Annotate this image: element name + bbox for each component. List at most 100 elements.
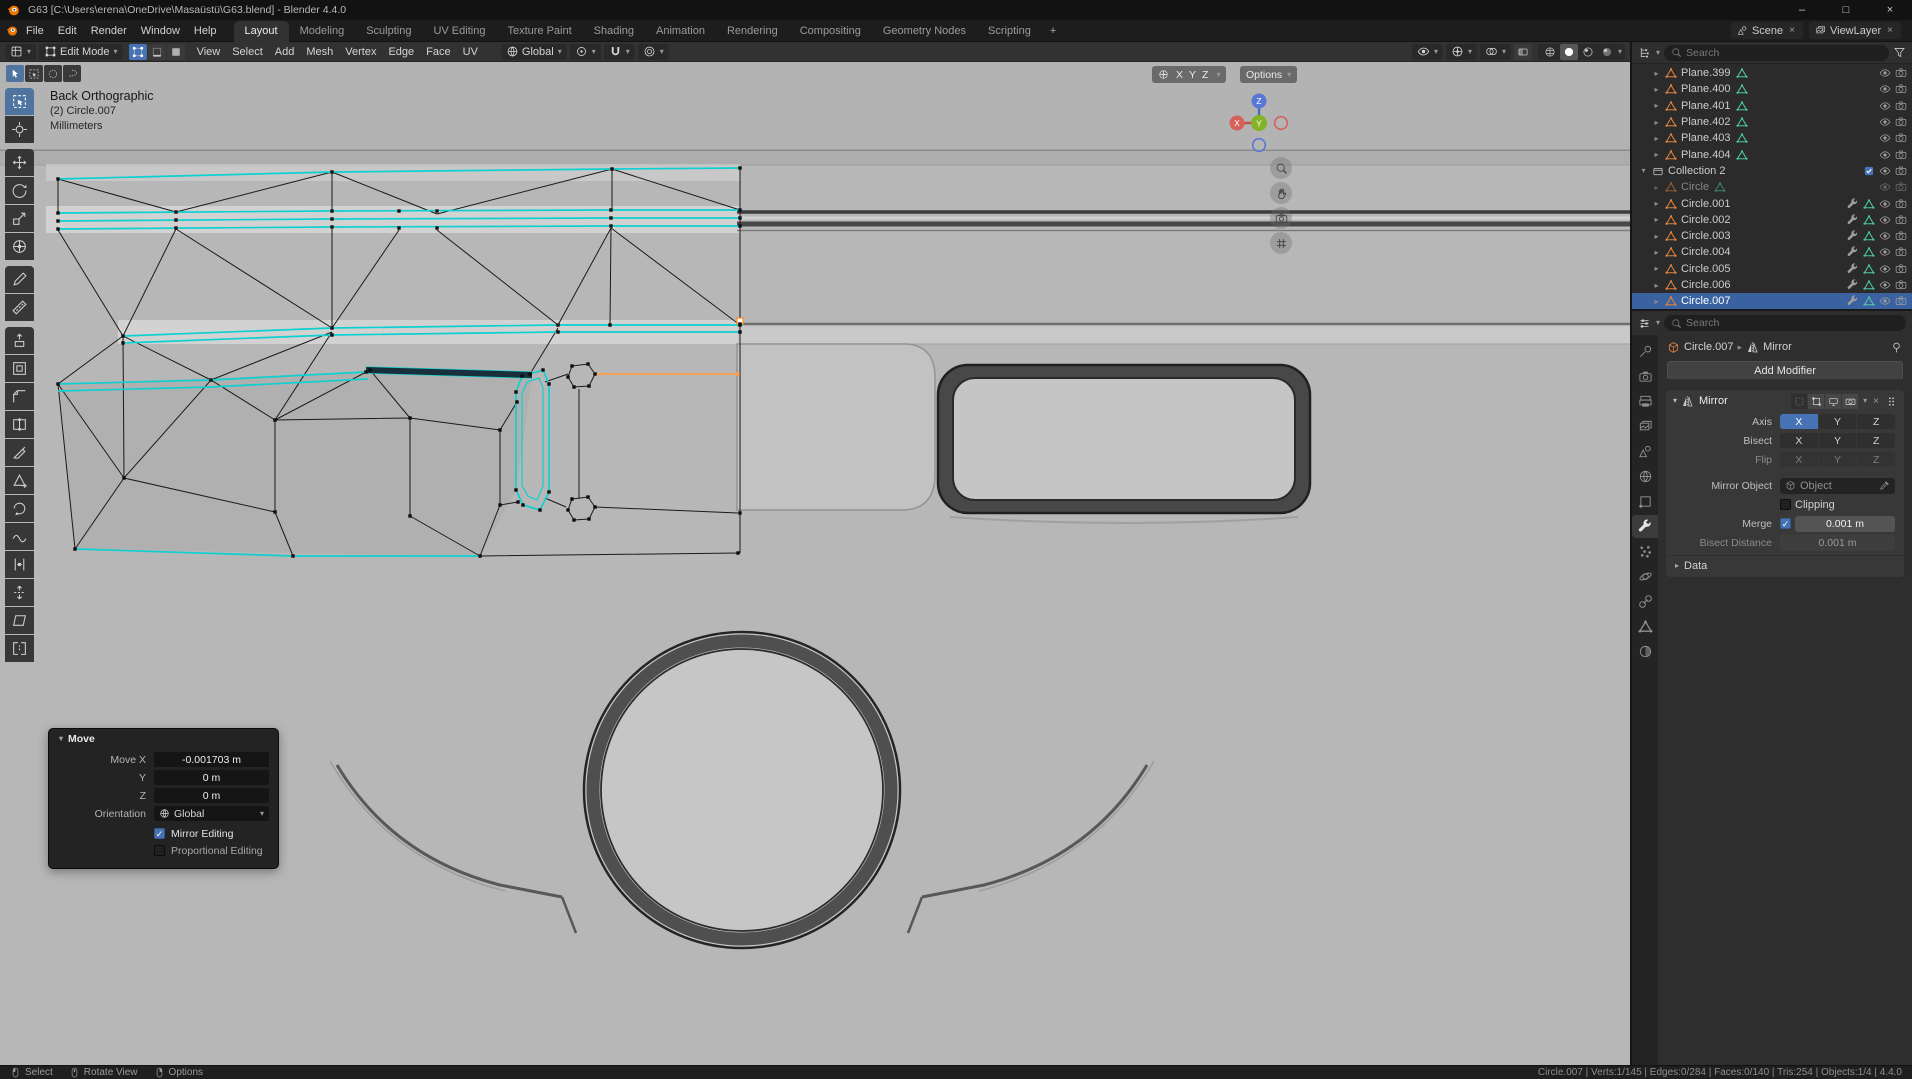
modifier-toggle-render[interactable] <box>1842 393 1859 409</box>
modifier-toggle-edit[interactable] <box>1808 393 1825 409</box>
select-chip-tweak[interactable] <box>6 65 24 82</box>
proportional-editing-checkbox[interactable]: Proportional Editing <box>154 845 269 857</box>
expander-icon[interactable]: ▸ <box>1651 199 1662 208</box>
3d-viewport[interactable]: XYZ ▾ Options ▾ Back Orthographic (2) Ci… <box>0 62 1630 1065</box>
tool-select-box[interactable] <box>5 88 34 115</box>
outliner-row-circle-002[interactable]: ▸ Circle.002 <box>1632 212 1912 228</box>
properties-tab-constraints[interactable] <box>1632 590 1658 613</box>
scene-selector[interactable]: Scene × <box>1730 22 1803 39</box>
viewport-menu-view[interactable]: View <box>191 46 227 58</box>
tool-bevel[interactable] <box>5 383 34 410</box>
tool-rip-region[interactable] <box>5 635 34 662</box>
modifier-data-section[interactable]: ▸ Data <box>1666 555 1904 575</box>
tool-rotate[interactable] <box>5 177 34 204</box>
workspace-tab-shading[interactable]: Shading <box>583 21 645 42</box>
properties-editor-icon[interactable] <box>1638 317 1651 330</box>
tool-cursor-3d[interactable] <box>5 116 34 143</box>
tool-smooth[interactable] <box>5 523 34 550</box>
gizmo-x-negative-axis[interactable] <box>1273 115 1289 131</box>
proportional-editing-selector[interactable]: ▾ <box>637 43 669 60</box>
properties-tab-particles[interactable] <box>1632 540 1658 563</box>
outliner-row-plane-401[interactable]: ▸ Plane.401 <box>1632 98 1912 114</box>
menu-file[interactable]: File <box>19 20 51 42</box>
pivot-point-selector[interactable]: ▾ <box>569 43 601 60</box>
outliner-row-circle-001[interactable]: ▸ Circle.001 <box>1632 195 1912 211</box>
tool-knife[interactable] <box>5 439 34 466</box>
flip-axis-x-button[interactable]: X <box>1780 452 1818 467</box>
move-field-value[interactable]: -0.001703 m <box>154 752 269 767</box>
mirror-editing-checkbox[interactable]: Mirror Editing <box>154 828 269 840</box>
menu-window[interactable]: Window <box>134 20 187 42</box>
select-chip-select-lasso[interactable] <box>63 65 81 82</box>
viewport-menu-add[interactable]: Add <box>269 46 301 58</box>
eyedropper-icon[interactable] <box>1879 480 1890 491</box>
workspace-tab-uv-editing[interactable]: UV Editing <box>422 21 496 42</box>
menu-render[interactable]: Render <box>84 20 134 42</box>
maximize-button[interactable]: □ <box>1824 0 1868 20</box>
shading-material-button[interactable] <box>1579 44 1597 60</box>
tool-inset-faces[interactable] <box>5 355 34 382</box>
move-field-value[interactable]: 0 m <box>154 770 269 785</box>
workspace-tab-layout[interactable]: Layout <box>233 20 289 42</box>
gizmo-z-negative-axis[interactable] <box>1251 137 1267 153</box>
expander-icon[interactable]: ▸ <box>1651 183 1662 192</box>
properties-tab-physics[interactable] <box>1632 565 1658 588</box>
bisect-distance-field[interactable]: 0.001 m <box>1780 534 1895 551</box>
vertex-select-mode-button[interactable] <box>128 43 147 60</box>
modifier-toggle-cage[interactable] <box>1791 393 1808 409</box>
mode-selector[interactable]: Edit Mode ▾ <box>39 43 123 60</box>
properties-tab-object[interactable] <box>1632 490 1658 513</box>
close-button[interactable]: × <box>1868 0 1912 20</box>
modifier-expand-icon[interactable]: ▾ <box>1673 397 1677 405</box>
editor-type-selector[interactable]: ▾ <box>5 43 37 60</box>
workspace-tab-rendering[interactable]: Rendering <box>716 21 789 42</box>
properties-tab-scene[interactable] <box>1632 440 1658 463</box>
outliner-row-circle-003[interactable]: ▸ Circle.003 <box>1632 228 1912 244</box>
tool-extrude-region[interactable] <box>5 327 34 354</box>
tool-edge-slide[interactable] <box>5 551 34 578</box>
workspace-tab-sculpting[interactable]: Sculpting <box>355 21 422 42</box>
properties-tab-modifiers[interactable] <box>1632 515 1658 538</box>
menu-help[interactable]: Help <box>187 20 224 42</box>
toggle-xray-button[interactable] <box>1513 43 1532 60</box>
axis-chip-x[interactable]: X <box>1173 69 1186 81</box>
viewport-menu-edge[interactable]: Edge <box>382 46 420 58</box>
outliner-search[interactable] <box>1664 44 1889 61</box>
expander-icon[interactable]: ▸ <box>1651 297 1662 306</box>
filter-icon[interactable] <box>1893 46 1906 59</box>
clipping-checkbox[interactable] <box>1780 499 1791 510</box>
merge-checkbox[interactable] <box>1780 518 1791 529</box>
flip-axis-y-button[interactable]: Y <box>1818 452 1857 467</box>
show-gizmo-dropdown[interactable]: ▾ <box>1445 43 1477 60</box>
tool-transform[interactable] <box>5 233 34 260</box>
workspace-tab-modeling[interactable]: Modeling <box>289 21 356 42</box>
move-operator-panel[interactable]: ▾ Move Move X -0.001703 m Y 0 m Z 0 m Orienta… <box>48 728 279 869</box>
properties-tab-output[interactable] <box>1632 390 1658 413</box>
orientation-dropdown[interactable]: Global ▾ <box>154 806 269 821</box>
snap-toggle[interactable]: ▾ <box>603 43 635 60</box>
mirror-axis-x-button[interactable]: X <box>1780 414 1818 429</box>
tool-shrink-fatten[interactable] <box>5 579 34 606</box>
camera-view-button[interactable] <box>1270 207 1292 229</box>
blender-menu-icon[interactable] <box>6 24 19 37</box>
modifier-header[interactable]: ▾ Mirror ▾ × <box>1666 390 1904 412</box>
transform-orientation-selector[interactable]: Global ▾ <box>500 43 567 60</box>
properties-tab-tool[interactable] <box>1632 340 1658 363</box>
bisect-axis-x-button[interactable]: X <box>1780 433 1818 448</box>
outliner-row-plane-402[interactable]: ▸ Plane.402 <box>1632 114 1912 130</box>
properties-tab-material[interactable] <box>1632 640 1658 663</box>
expander-icon[interactable]: ▸ <box>1651 232 1662 241</box>
mirror-axis-y-button[interactable]: Y <box>1818 414 1857 429</box>
unlink-scene-icon[interactable]: × <box>1787 25 1797 36</box>
pan-button[interactable] <box>1270 182 1292 204</box>
add-workspace-button[interactable]: + <box>1042 21 1064 42</box>
modifier-name[interactable]: Mirror <box>1699 395 1728 407</box>
properties-search-input[interactable] <box>1686 317 1899 329</box>
unlink-view-layer-icon[interactable]: × <box>1885 25 1895 36</box>
view-layer-selector[interactable]: ViewLayer × <box>1808 22 1901 39</box>
tool-scale[interactable] <box>5 205 34 232</box>
workspace-tab-scripting[interactable]: Scripting <box>977 21 1042 42</box>
modifier-extras-icon[interactable]: ▾ <box>1863 397 1867 405</box>
breadcrumb-object[interactable]: Circle.007 <box>1684 341 1734 353</box>
viewport-menu-face[interactable]: Face <box>420 46 456 58</box>
